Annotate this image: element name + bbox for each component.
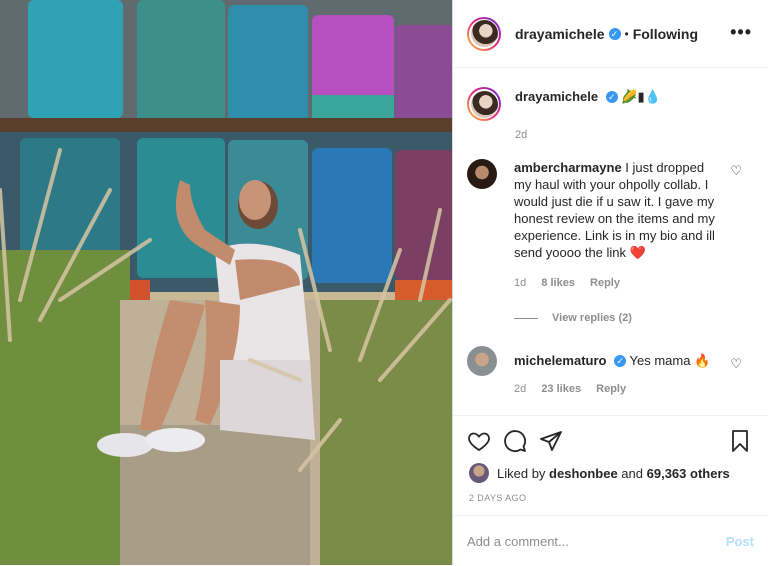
- liker-username[interactable]: deshonbee: [549, 466, 618, 481]
- comment-like-icon[interactable]: ♡: [730, 163, 742, 179]
- reply-button[interactable]: Reply: [590, 277, 620, 289]
- caption-username[interactable]: drayamichele: [515, 89, 598, 104]
- liked-by-prefix: Liked by: [497, 465, 546, 481]
- author-username[interactable]: drayamichele: [515, 26, 605, 42]
- following-button[interactable]: Following: [633, 26, 698, 42]
- comment: michelematuro ✓ Yes mama 🔥 2d 23 likes R…: [453, 346, 768, 398]
- comment-time[interactable]: 2d: [514, 383, 526, 395]
- post-photo[interactable]: [0, 0, 452, 565]
- comment-likes[interactable]: 23 likes: [541, 383, 581, 395]
- liked-by: Liked by deshonbee and 69,363 others: [453, 455, 768, 483]
- comment-text: Yes mama 🔥: [629, 353, 711, 368]
- comment-username[interactable]: michelematuro: [514, 353, 606, 368]
- verified-icon: ✓: [608, 27, 621, 40]
- comment-input[interactable]: Add a comment...: [467, 534, 726, 549]
- comment-text: I just dropped my haul with your ohpolly…: [514, 160, 715, 260]
- caption: drayamichele ✓ 🌽▮💧: [453, 69, 768, 121]
- view-replies-label: View replies (2): [552, 312, 632, 324]
- verified-icon: ✓: [605, 91, 618, 103]
- comment-icon[interactable]: [503, 429, 529, 455]
- reply-button[interactable]: Reply: [596, 383, 626, 395]
- verified-icon: ✓: [614, 355, 627, 367]
- share-icon[interactable]: [539, 429, 565, 455]
- likes-count[interactable]: 69,363 others: [647, 466, 730, 481]
- comment: ambercharmayne I just dropped my haul wi…: [453, 159, 768, 292]
- post-button[interactable]: Post: [726, 534, 754, 549]
- caption-time[interactable]: 2d: [515, 129, 768, 141]
- bookmark-icon[interactable]: [728, 429, 754, 455]
- view-replies-button[interactable]: View replies (2): [514, 312, 768, 324]
- post-panel: drayamichele ✓ • Following ••• drayamich…: [452, 0, 768, 565]
- comment-avatar[interactable]: [467, 346, 497, 376]
- post-time[interactable]: 2 DAYS AGO: [453, 483, 768, 503]
- comment-like-icon[interactable]: ♡: [730, 356, 742, 372]
- caption-avatar[interactable]: [467, 87, 501, 121]
- heart-icon[interactable]: [467, 429, 493, 455]
- author-avatar[interactable]: [467, 16, 501, 51]
- replies-divider: [514, 317, 538, 319]
- post-actions: Liked by deshonbee and 69,363 others 2 D…: [453, 415, 768, 566]
- comments-list[interactable]: drayamichele ✓ 🌽▮💧 2d ambercharmayne I j…: [453, 69, 768, 414]
- comment-username[interactable]: ambercharmayne: [514, 160, 622, 175]
- caption-text: 🌽▮💧: [621, 89, 661, 104]
- comment-likes[interactable]: 8 likes: [541, 277, 575, 289]
- liked-by-and: and: [621, 465, 643, 481]
- post-header: drayamichele ✓ • Following •••: [453, 0, 768, 68]
- more-icon[interactable]: •••: [730, 22, 752, 43]
- comment-avatar[interactable]: [467, 159, 497, 189]
- liker-avatar[interactable]: [469, 463, 489, 483]
- comment-time[interactable]: 1d: [514, 277, 526, 289]
- post-image: [0, 0, 452, 565]
- add-comment-bar: Add a comment... Post: [453, 515, 768, 566]
- separator-dot: •: [624, 26, 629, 41]
